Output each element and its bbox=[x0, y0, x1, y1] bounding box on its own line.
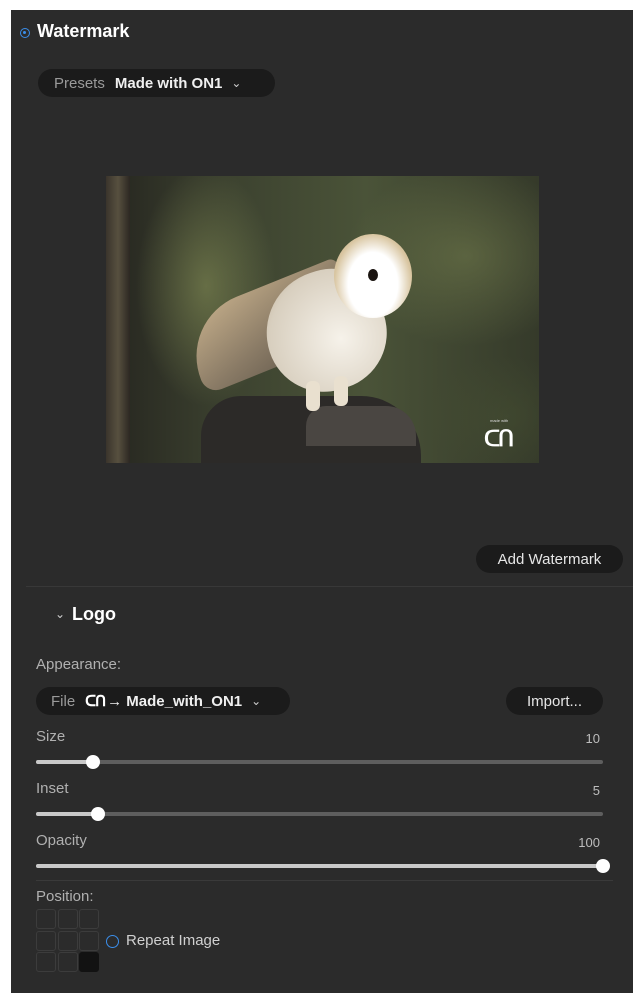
position-cell-bottom-center[interactable] bbox=[57, 952, 78, 972]
size-slider[interactable] bbox=[36, 755, 603, 769]
position-cell-middle-right[interactable] bbox=[79, 930, 99, 951]
opacity-slider[interactable] bbox=[36, 859, 610, 873]
on1-logo-icon: ᑕᑎ bbox=[484, 426, 514, 451]
position-cell-bottom-left[interactable] bbox=[36, 952, 56, 972]
owl-leg bbox=[306, 381, 320, 411]
position-label: Position: bbox=[36, 888, 94, 905]
opacity-value: 100 bbox=[578, 835, 600, 850]
logo-section-title[interactable]: Logo bbox=[72, 604, 116, 625]
inset-slider-thumb[interactable] bbox=[91, 807, 106, 821]
size-value: 10 bbox=[585, 731, 600, 746]
position-cell-middle-left[interactable] bbox=[36, 930, 56, 951]
inset-slider-fill bbox=[36, 812, 99, 816]
watermark-panel: Watermark Presets Made with ON1 ⌄ made w… bbox=[11, 10, 633, 993]
opacity-slider-thumb[interactable] bbox=[596, 859, 610, 873]
position-cell-bottom-right[interactable] bbox=[79, 952, 99, 972]
opacity-slider-fill bbox=[36, 864, 603, 868]
section-divider bbox=[36, 880, 613, 881]
size-label: Size bbox=[36, 728, 66, 745]
owl-eye bbox=[368, 269, 378, 281]
position-cell-middle-center[interactable] bbox=[57, 930, 78, 951]
chevron-down-icon: ⌄ bbox=[251, 694, 262, 708]
tree-trunk bbox=[106, 176, 130, 463]
position-cell-top-center[interactable] bbox=[57, 909, 78, 929]
file-label: File bbox=[51, 692, 76, 710]
watermark-tiny-text: made with bbox=[490, 418, 509, 423]
inset-slider[interactable] bbox=[36, 807, 603, 821]
owl-leg bbox=[334, 376, 348, 406]
inset-value: 5 bbox=[592, 783, 600, 798]
position-cell-top-left[interactable] bbox=[36, 909, 56, 929]
radio-selected-icon[interactable] bbox=[20, 28, 30, 38]
radio-icon[interactable] bbox=[106, 935, 119, 948]
presets-value: Made with ON1 bbox=[114, 74, 223, 92]
position-grid bbox=[36, 909, 99, 972]
add-watermark-button[interactable]: Add Watermark bbox=[476, 545, 623, 573]
size-slider-fill bbox=[36, 760, 93, 764]
glove-highlight bbox=[306, 406, 416, 446]
appearance-label: Appearance: bbox=[36, 656, 122, 673]
section-divider bbox=[26, 586, 633, 587]
watermark-preview-image: made with ᑕᑎ bbox=[106, 176, 539, 463]
size-slider-thumb[interactable] bbox=[85, 755, 100, 769]
chevron-down-icon: ⌄ bbox=[231, 76, 242, 90]
import-button[interactable]: Import... bbox=[506, 687, 603, 715]
on1-logo-icon: ᑕᑎ bbox=[85, 693, 106, 710]
inset-label: Inset bbox=[36, 780, 69, 797]
panel-title: Watermark bbox=[37, 21, 130, 41]
presets-label: Presets bbox=[54, 74, 105, 92]
file-value: → Made_with_ON1 bbox=[107, 692, 243, 710]
repeat-image-label[interactable]: Repeat Image bbox=[126, 932, 220, 949]
opacity-label: Opacity bbox=[36, 832, 87, 849]
chevron-down-icon[interactable]: ⌄ bbox=[55, 607, 65, 621]
position-cell-top-right[interactable] bbox=[79, 909, 99, 929]
presets-dropdown[interactable]: Presets Made with ON1 ⌄ bbox=[38, 69, 275, 97]
logo-file-dropdown[interactable]: File ᑕᑎ → Made_with_ON1 ⌄ bbox=[36, 687, 290, 715]
